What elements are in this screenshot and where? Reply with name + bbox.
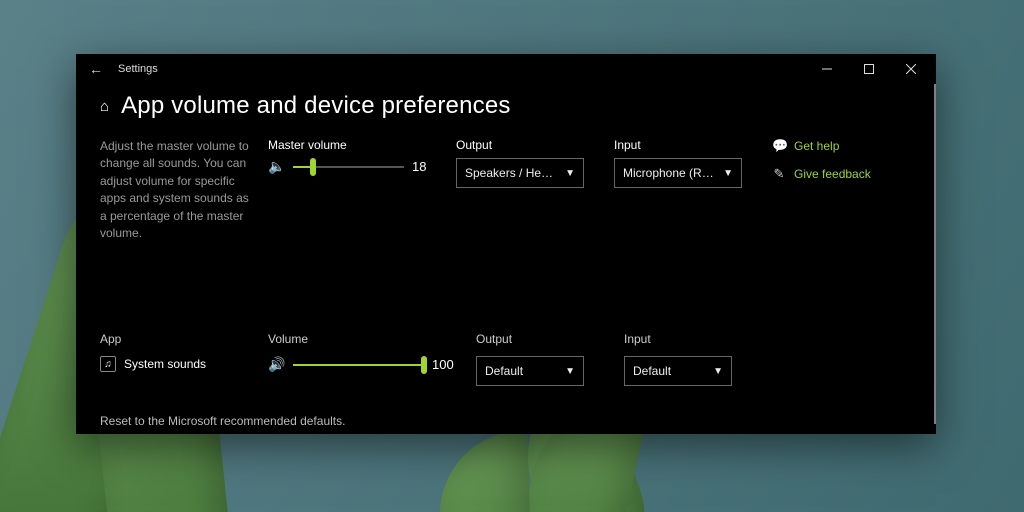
master-description: Adjust the master volume to change all s… <box>100 138 250 242</box>
app-output-value: Default <box>485 364 523 378</box>
master-input-select[interactable]: Microphone (Realte... ▼ <box>614 158 742 188</box>
close-button[interactable] <box>890 54 932 84</box>
home-icon[interactable]: ⌂ <box>100 98 109 115</box>
app-output-select[interactable]: Default ▼ <box>476 356 584 386</box>
master-volume-value: 18 <box>412 159 438 174</box>
page-title: App volume and device preferences <box>121 92 511 120</box>
app-name-label: System sounds <box>124 357 206 371</box>
system-sounds-icon: ♫ <box>100 356 116 372</box>
column-header-app: App <box>100 332 250 346</box>
settings-window: ← Settings ⌂ App volume and device prefe… <box>76 54 936 434</box>
speaker-icon[interactable]: 🔈 <box>268 158 285 175</box>
get-help-label: Get help <box>794 139 839 153</box>
give-feedback-label: Give feedback <box>794 167 871 181</box>
speaker-icon[interactable]: 🔊 <box>268 356 285 373</box>
give-feedback-link[interactable]: ✎ Give feedback <box>772 166 910 182</box>
close-icon <box>906 64 916 74</box>
chevron-down-icon: ▼ <box>723 168 733 179</box>
app-volume-slider[interactable] <box>293 357 424 373</box>
minimize-icon <box>822 64 832 74</box>
app-input-value: Default <box>633 364 671 378</box>
side-links: 💬 Get help ✎ Give feedback <box>772 138 910 194</box>
master-volume-label: Master volume <box>268 138 438 152</box>
vertical-scrollbar[interactable] <box>934 84 936 424</box>
titlebar: ← Settings <box>76 54 936 84</box>
master-output-value: Speakers / Headpho... <box>465 166 559 180</box>
master-output-select[interactable]: Speakers / Headpho... ▼ <box>456 158 584 188</box>
master-input-value: Microphone (Realte... <box>623 166 717 180</box>
master-output-label: Output <box>456 138 596 152</box>
app-input-select[interactable]: Default ▼ <box>624 356 732 386</box>
feedback-icon: ✎ <box>772 166 786 182</box>
chevron-down-icon: ▼ <box>565 168 575 179</box>
column-header-input: Input <box>624 332 754 346</box>
column-header-output: Output <box>476 332 606 346</box>
back-button[interactable]: ← <box>86 61 106 77</box>
app-row-name: ♫ System sounds <box>100 356 250 372</box>
get-help-link[interactable]: 💬 Get help <box>772 138 910 154</box>
chevron-down-icon: ▼ <box>713 366 723 377</box>
minimize-button[interactable] <box>806 54 848 84</box>
content-area: ⌂ App volume and device preferences Adju… <box>76 84 934 434</box>
master-input-label: Input <box>614 138 754 152</box>
master-volume-slider[interactable] <box>293 159 404 175</box>
background-leaf <box>437 431 534 512</box>
maximize-icon <box>864 64 874 74</box>
chevron-down-icon: ▼ <box>565 366 575 377</box>
app-volume-value: 100 <box>432 357 458 372</box>
maximize-button[interactable] <box>848 54 890 84</box>
column-header-volume: Volume <box>268 332 458 346</box>
window-title: Settings <box>118 63 158 75</box>
help-icon: 💬 <box>772 138 786 154</box>
reset-description: Reset to the Microsoft recommended defau… <box>100 414 910 428</box>
